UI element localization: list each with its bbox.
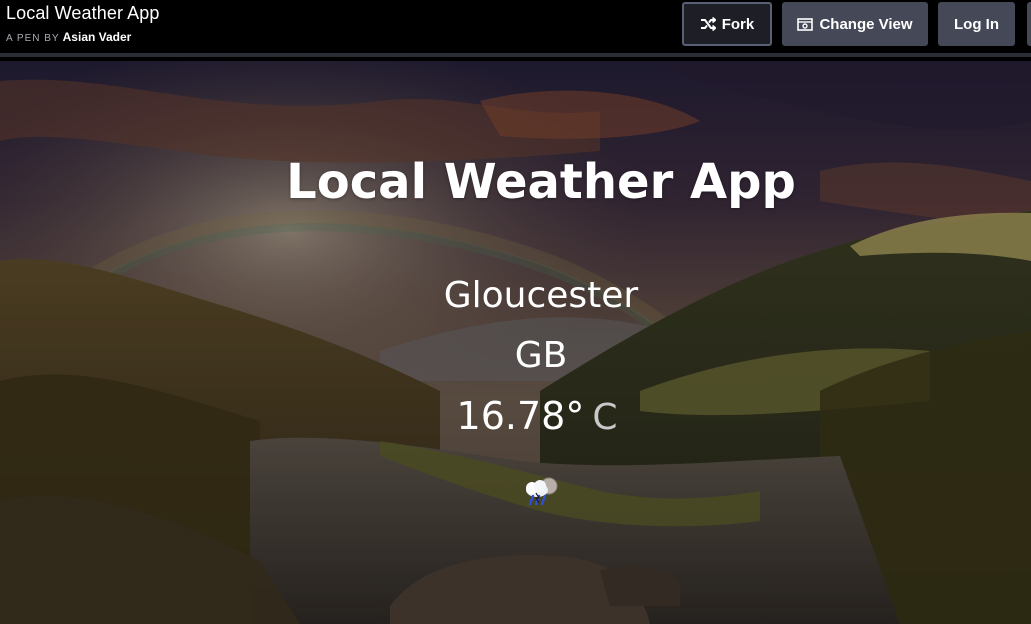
country-code: GB bbox=[514, 335, 568, 376]
city-name: Gloucester bbox=[443, 275, 639, 316]
pen-title[interactable]: Local Weather App bbox=[6, 3, 159, 24]
result-preview: Local Weather App Gloucester GB 16.78° C bbox=[0, 61, 1031, 624]
layout-icon bbox=[797, 17, 814, 31]
app-title: Local Weather App bbox=[286, 154, 796, 210]
fork-label: Fork bbox=[721, 15, 755, 33]
change-view-button[interactable]: Change View bbox=[782, 2, 928, 46]
unit-toggle[interactable]: C bbox=[592, 397, 617, 438]
change-view-label: Change View bbox=[819, 15, 913, 33]
fork-icon bbox=[700, 17, 716, 31]
login-label: Log In bbox=[954, 15, 999, 33]
login-button[interactable]: Log In bbox=[938, 2, 1015, 46]
codepen-header: Local Weather App A PEN BY Asian Vader F… bbox=[0, 0, 1031, 57]
sign-up-button-partial[interactable] bbox=[1027, 2, 1031, 46]
temperature-row: 16.78° C bbox=[0, 394, 1031, 438]
pen-byline: A PEN BY Asian Vader bbox=[6, 30, 131, 44]
byline-prefix: A PEN BY bbox=[6, 33, 60, 44]
author-link[interactable]: Asian Vader bbox=[63, 30, 132, 44]
fork-button[interactable]: Fork bbox=[682, 2, 772, 46]
cloud-rain-icon bbox=[519, 474, 563, 508]
temperature-value: 16.78° bbox=[456, 394, 585, 438]
